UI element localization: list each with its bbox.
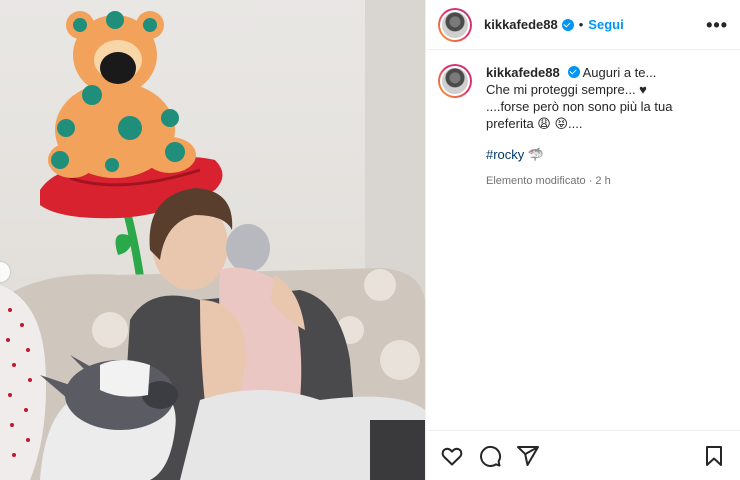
post-photo[interactable] xyxy=(0,0,425,480)
avatar-image xyxy=(442,11,468,38)
heart-icon[interactable] xyxy=(438,442,466,470)
avatar[interactable] xyxy=(438,7,472,42)
post-meta: Elemento modificato · 2 h xyxy=(486,175,611,187)
header-username[interactable]: kikkafede88 xyxy=(484,17,558,32)
caption-avatar-image xyxy=(442,68,468,94)
bookmark-icon[interactable] xyxy=(700,442,728,470)
action-bar xyxy=(426,430,740,480)
post-side-panel: kikkafede88 • Segui ••• kikkafede88 Augu… xyxy=(425,0,740,480)
verified-badge-icon xyxy=(561,18,574,31)
separator-dot: • xyxy=(578,17,584,32)
hashtag-row: #rocky 🦈 xyxy=(486,146,716,163)
follow-button[interactable]: Segui xyxy=(588,17,623,32)
caption-line-2: Che mi proteggi sempre... ♥ xyxy=(486,82,647,97)
photo-illustration xyxy=(0,0,425,480)
caption-body: kikkafede88 Auguri a te... Che mi proteg… xyxy=(486,64,716,190)
post-caption: kikkafede88 Auguri a te... Che mi proteg… xyxy=(426,50,740,190)
post-header: kikkafede88 • Segui ••• xyxy=(426,0,740,50)
caption-line-3: ....forse però non sono più la tua xyxy=(486,99,673,114)
caption-avatar[interactable] xyxy=(438,64,472,98)
hashtag-link[interactable]: #rocky xyxy=(486,147,524,162)
caption-username[interactable]: kikkafede88 xyxy=(486,65,560,80)
shark-emoji: 🦈 xyxy=(527,147,545,162)
caption-line-1: Auguri a te... xyxy=(582,65,657,80)
caption-verified-badge-icon xyxy=(567,66,580,78)
comment-icon[interactable] xyxy=(476,442,504,470)
more-options-icon[interactable]: ••• xyxy=(706,16,728,34)
instagram-post: kikkafede88 • Segui ••• kikkafede88 Augu… xyxy=(0,0,740,480)
caption-line-4: preferita 😩 😝.... xyxy=(486,116,583,131)
share-icon[interactable] xyxy=(514,442,542,470)
